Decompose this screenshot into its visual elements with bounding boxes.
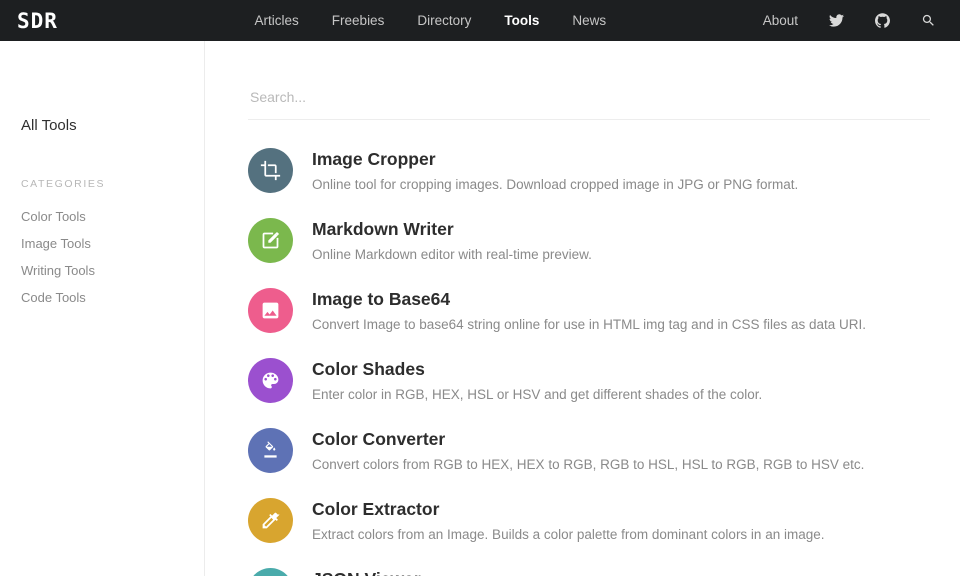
tool-title[interactable]: Color Shades <box>312 359 762 380</box>
nav-link[interactable]: Articles <box>255 13 299 28</box>
tool-title[interactable]: Image Cropper <box>312 149 798 170</box>
page-body: All Tools CATEGORIES Color ToolsImage To… <box>0 41 960 576</box>
tool-list: Image Cropper Online tool for cropping i… <box>248 148 930 576</box>
tool-list-item[interactable]: Markdown Writer Online Markdown editor w… <box>248 218 930 263</box>
categories-list: Color ToolsImage ToolsWriting ToolsCode … <box>21 204 194 312</box>
tool-description: Extract colors from an Image. Builds a c… <box>312 527 824 542</box>
sidebar-category-item[interactable]: Code Tools <box>21 285 194 312</box>
tool-description: Convert colors from RGB to HEX, HEX to R… <box>312 457 864 472</box>
nav-link[interactable]: Directory <box>417 13 471 28</box>
nav-link[interactable]: Tools <box>504 13 539 28</box>
tool-list-item[interactable]: Image Cropper Online tool for cropping i… <box>248 148 930 193</box>
tool-list-item[interactable]: Color Converter Convert colors from RGB … <box>248 428 930 473</box>
eyedropper-icon <box>248 498 293 543</box>
sidebar-category-item[interactable]: Image Tools <box>21 231 194 258</box>
tool-title[interactable]: Markdown Writer <box>312 219 592 240</box>
tool-description: Enter color in RGB, HEX, HSL or HSV and … <box>312 387 762 402</box>
tool-description: Online tool for cropping images. Downloa… <box>312 177 798 192</box>
tool-description: Convert Image to base64 string online fo… <box>312 317 866 332</box>
tool-title[interactable]: Image to Base64 <box>312 289 866 310</box>
top-navbar: SDR Articles Freebies Directory Tools News A… <box>0 0 960 41</box>
nav-link-about[interactable]: About <box>763 13 798 28</box>
nav-link[interactable]: Freebies <box>332 13 385 28</box>
edit-icon <box>248 218 293 263</box>
sidebar-category-item[interactable]: Writing Tools <box>21 258 194 285</box>
twitter-icon[interactable] <box>828 13 844 29</box>
paint-fill-icon <box>248 428 293 473</box>
search-icon[interactable] <box>920 13 936 29</box>
palette-icon <box>248 358 293 403</box>
tool-list-item[interactable]: Color Shades Enter color in RGB, HEX, HS… <box>248 358 930 403</box>
tool-list-item[interactable]: Color Extractor Extract colors from an I… <box>248 498 930 543</box>
crop-icon <box>248 148 293 193</box>
image-icon <box>248 288 293 333</box>
nav-right-group: About <box>763 13 936 29</box>
main-nav: Articles Freebies Directory Tools News <box>98 13 763 28</box>
tool-title[interactable]: Color Extractor <box>312 499 824 520</box>
github-icon[interactable] <box>874 13 890 29</box>
tool-description: Online Markdown editor with real-time pr… <box>312 247 592 262</box>
sidebar-item-all-tools[interactable]: All Tools <box>21 117 194 134</box>
category-sidebar: All Tools CATEGORIES Color ToolsImage To… <box>0 41 205 576</box>
nav-link[interactable]: News <box>572 13 606 28</box>
tool-title[interactable]: Color Converter <box>312 429 864 450</box>
tool-title[interactable]: JSON Viewer <box>312 569 421 576</box>
site-logo[interactable]: SDR <box>17 9 58 33</box>
tool-list-item[interactable]: Image to Base64 Convert Image to base64 … <box>248 288 930 333</box>
braces-icon: { } <box>248 568 293 576</box>
categories-header: CATEGORIES <box>21 178 194 190</box>
tools-main: Image Cropper Online tool for cropping i… <box>205 41 960 576</box>
search-input[interactable] <box>248 85 930 120</box>
sidebar-category-item[interactable]: Color Tools <box>21 204 194 231</box>
tool-list-item[interactable]: { } JSON Viewer <box>248 568 930 576</box>
